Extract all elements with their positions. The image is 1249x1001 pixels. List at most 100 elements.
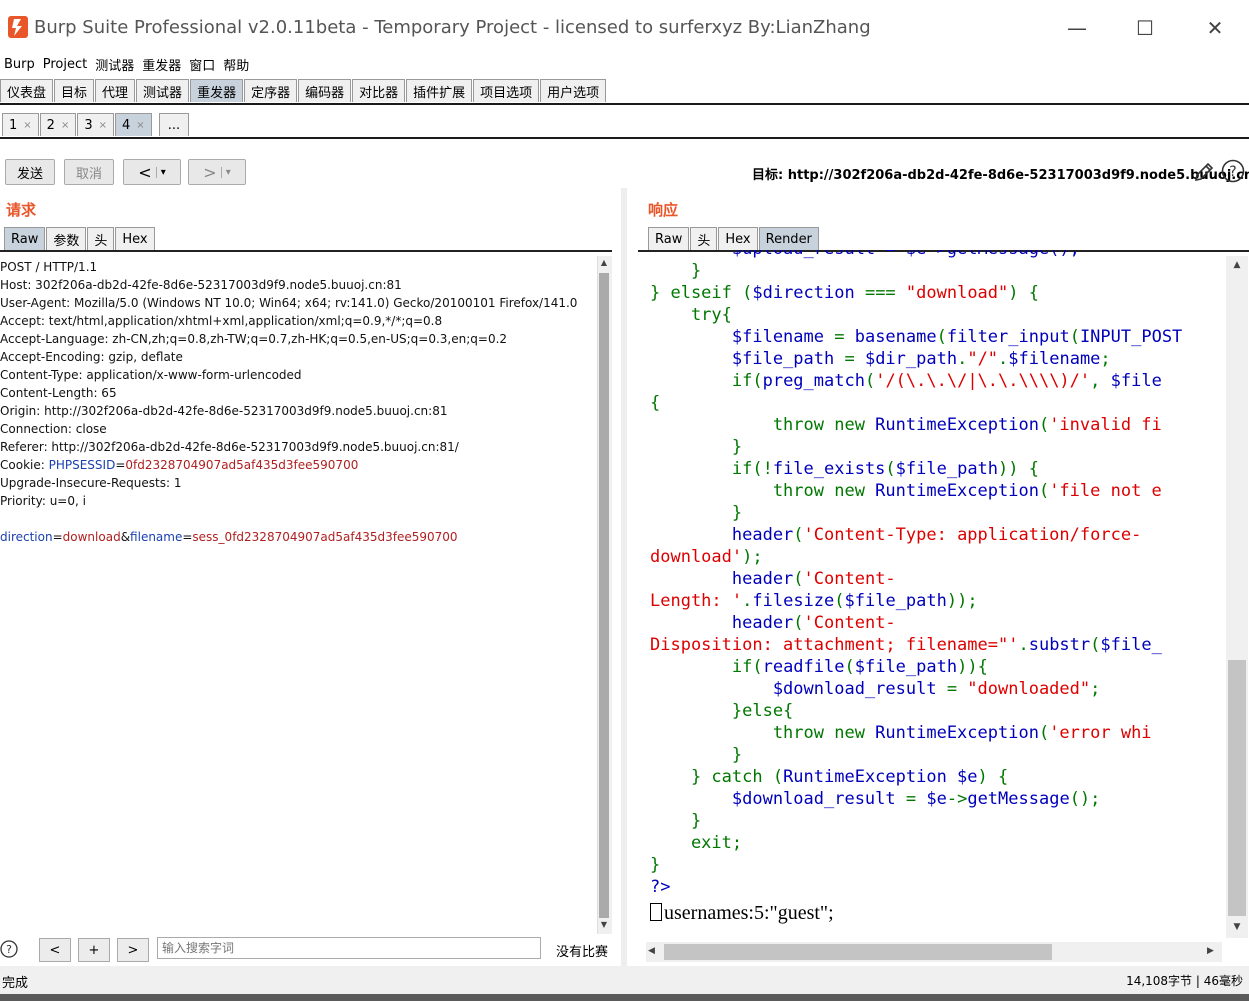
request-tab-hex[interactable]: Hex: [115, 227, 155, 250]
code-line: {: [650, 393, 661, 413]
response-tab-hex[interactable]: Hex: [718, 227, 758, 250]
menu-repeater[interactable]: 重发器: [142, 55, 181, 74]
tab-target[interactable]: 目标: [54, 79, 95, 102]
tab-repeater[interactable]: 重发器: [190, 79, 244, 102]
tab-decoder[interactable]: 编码器: [298, 79, 352, 102]
request-tab-raw[interactable]: Raw: [4, 227, 46, 250]
menu-burp[interactable]: Burp: [4, 57, 35, 72]
help-icon[interactable]: ?: [1221, 159, 1245, 183]
menu-project[interactable]: Project: [43, 57, 87, 72]
scroll-left-icon[interactable]: ◀: [648, 946, 660, 958]
repeater-tab-label: 1: [9, 117, 18, 133]
code-line: }: [650, 437, 743, 457]
code-line: } catch (RuntimeException $e) {: [650, 767, 1009, 787]
search-input[interactable]: [157, 937, 541, 959]
code-line: exit;: [650, 833, 743, 853]
code-line: $upload_result = $e->getMessage();: [650, 250, 1222, 260]
taskbar-strip: [0, 994, 1249, 1001]
scroll-up-icon[interactable]: ▲: [1230, 260, 1244, 274]
code-line: download');: [650, 547, 763, 567]
request-tab-params[interactable]: 参数: [46, 227, 87, 250]
tab-comparer[interactable]: 对比器: [352, 79, 406, 102]
back-button[interactable]: < ▾: [123, 159, 181, 185]
repeater-tab-2[interactable]: 2 ×: [39, 113, 77, 136]
menu-intruder[interactable]: 测试器: [95, 55, 134, 74]
status-bar: [0, 966, 1249, 994]
target-label: 目标: http://302f206a-db2d-42fe-8d6e-52317…: [752, 168, 1249, 183]
request-tab-divider: [0, 250, 612, 252]
request-editor[interactable]: POST / HTTP/1.1 Host: 302f206a-db2d-42fe…: [0, 258, 595, 928]
forward-label: >: [203, 162, 217, 182]
response-tab-raw[interactable]: Raw: [648, 227, 690, 250]
svg-text:?: ?: [1229, 164, 1236, 180]
code-line: Disposition: attachment; filename="'.sub…: [650, 635, 1162, 655]
response-footer-text: usernames:5:"guest";: [650, 902, 834, 925]
search-prev-button[interactable]: <: [39, 938, 71, 962]
tab-user-options[interactable]: 用户选项: [540, 79, 607, 102]
cancel-button[interactable]: 取消: [64, 159, 114, 185]
scroll-right-icon[interactable]: ▶: [1207, 946, 1219, 958]
tab-extender[interactable]: 插件扩展: [406, 79, 473, 102]
repeater-tab-label: 2: [46, 117, 55, 133]
session-text: usernames:5:"guest";: [664, 902, 834, 924]
close-icon[interactable]: ×: [61, 120, 69, 131]
repeater-tab-3[interactable]: 3 ×: [77, 113, 115, 136]
help-icon[interactable]: ?: [0, 940, 18, 958]
close-button[interactable]: ✕: [1192, 10, 1238, 46]
tab-intruder[interactable]: 测试器: [136, 79, 190, 102]
scroll-up-icon[interactable]: ▲: [599, 258, 609, 270]
code-line: if(!file_exists($file_path)) {: [650, 459, 1039, 479]
repeater-tab-4[interactable]: 4 ×: [115, 113, 152, 136]
tab-project-options[interactable]: 项目选项: [473, 79, 540, 102]
back-label: <: [138, 162, 152, 182]
request-line: Upgrade-Insecure-Requests: 1: [0, 476, 182, 490]
request-line: POST / HTTP/1.1: [0, 260, 98, 274]
tab-proxy[interactable]: 代理: [95, 79, 136, 102]
menu-window[interactable]: 窗口: [189, 55, 215, 74]
close-icon[interactable]: ×: [136, 120, 144, 131]
request-line: Content-Type: application/x-www-form-url…: [0, 368, 302, 382]
search-add-button[interactable]: +: [78, 938, 110, 962]
close-icon[interactable]: ×: [99, 120, 107, 131]
request-line: Referer: http://302f206a-db2d-42fe-8d6e-…: [0, 440, 459, 454]
code-line: header('Content-: [650, 613, 896, 633]
request-tab-headers[interactable]: 头: [87, 227, 115, 250]
response-tab-render[interactable]: Render: [758, 227, 819, 250]
response-scroll-thumb[interactable]: [1228, 660, 1246, 916]
request-line: User-Agent: Mozilla/5.0 (Windows NT 10.0…: [0, 296, 578, 310]
forward-button[interactable]: > ▾: [188, 159, 246, 185]
response-title: 响应: [648, 201, 679, 219]
chevron-down-icon[interactable]: ▾: [220, 166, 231, 178]
request-scroll-thumb[interactable]: [599, 273, 609, 918]
menu-help[interactable]: 帮助: [223, 55, 249, 74]
request-body: direction=download&filename=sess_0fd2328…: [0, 530, 458, 544]
search-next-button[interactable]: >: [117, 938, 149, 962]
repeater-tab-1[interactable]: 1 ×: [2, 113, 39, 136]
code-line: throw new RuntimeException('error whi: [650, 723, 1152, 743]
pencil-icon[interactable]: [1192, 160, 1216, 184]
close-icon[interactable]: ×: [23, 120, 31, 131]
code-line: header('Content-: [650, 569, 896, 589]
response-tab-headers[interactable]: 头: [690, 227, 718, 250]
response-hscroll-thumb[interactable]: [664, 944, 1052, 960]
new-tab-button[interactable]: ...: [158, 113, 190, 136]
repeater-tab-label: 3: [84, 117, 93, 133]
code-line: $filename = basename(filter_input(INPUT_…: [650, 327, 1183, 347]
tab-dashboard[interactable]: 仪表盘: [0, 79, 54, 102]
code-line: $file_path = $dir_path."/".$filename;: [650, 349, 1111, 369]
request-line: Accept-Language: zh-CN,zh;q=0.8,zh-TW;q=…: [0, 332, 508, 346]
pane-splitter[interactable]: [621, 188, 627, 966]
minimize-button[interactable]: —: [1054, 10, 1100, 46]
unknown-glyph-icon: [650, 903, 662, 921]
scroll-down-icon[interactable]: ▼: [599, 920, 609, 932]
tab-sequencer[interactable]: 定序器: [244, 79, 298, 102]
scroll-down-icon[interactable]: ▼: [1230, 922, 1244, 936]
chevron-down-icon[interactable]: ▾: [155, 166, 166, 178]
code-line: Length: '.filesize($file_path));: [650, 591, 978, 611]
request-tabs: Raw 参数 头 Hex: [4, 227, 156, 250]
send-button[interactable]: 发送: [5, 159, 55, 185]
maximize-button[interactable]: ☐: [1122, 10, 1168, 46]
request-line: Accept-Encoding: gzip, deflate: [0, 350, 183, 364]
menu-bar: Burp Project 测试器 重发器 窗口 帮助: [0, 54, 1249, 74]
code-line: throw new RuntimeException('file not e: [650, 481, 1162, 501]
